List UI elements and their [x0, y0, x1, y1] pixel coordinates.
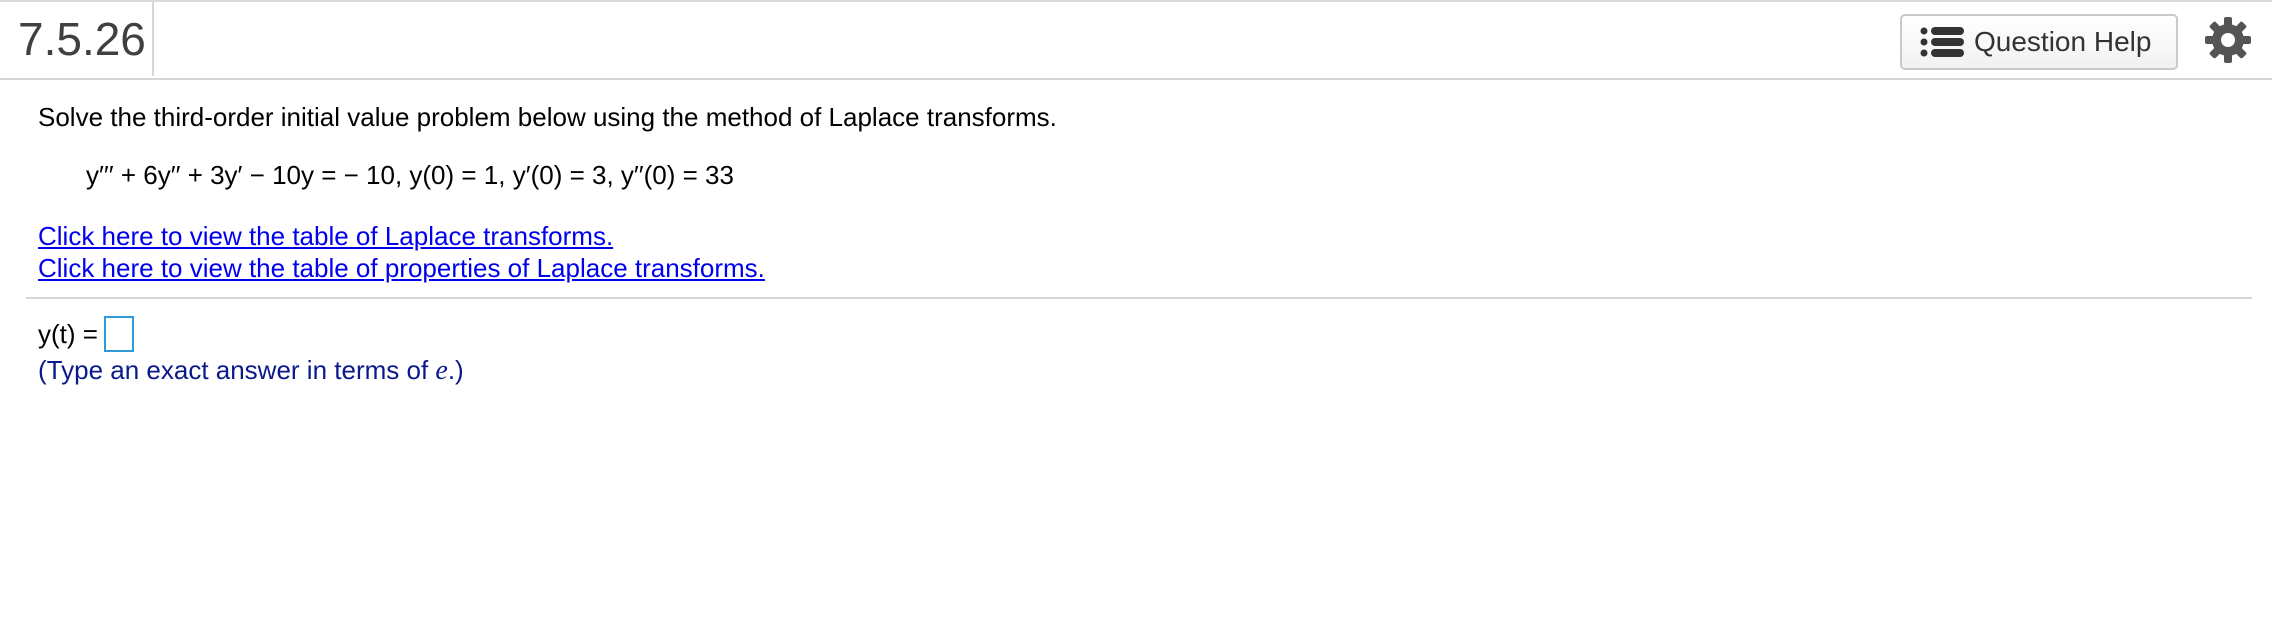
answer-row: y(t) = — [38, 316, 134, 352]
laplace-table-link[interactable]: Click here to view the table of Laplace … — [38, 220, 613, 252]
answer-input[interactable] — [103, 316, 134, 352]
answer-label: y(t) = — [38, 318, 98, 349]
gear-icon[interactable] — [2204, 16, 2252, 64]
hint-variable: e — [435, 355, 448, 386]
question-header: 7.5.26 Question Help — [0, 2, 2272, 80]
hint-prefix: (Type an exact answer in terms of — [38, 355, 436, 385]
question-number: 7.5.26 — [0, 2, 154, 76]
reference-links: Click here to view the table of Laplace … — [38, 220, 2252, 284]
problem-equation: y′′′ + 6y′′ + 3y′ − 10y = − 10, y(0) = 1… — [86, 160, 734, 190]
problem-content: Solve the third-order initial value prob… — [38, 100, 2252, 284]
question-help-label: Question Help — [1974, 26, 2152, 57]
laplace-properties-link[interactable]: Click here to view the table of properti… — [38, 252, 765, 284]
problem-prompt: Solve the third-order initial value prob… — [38, 102, 1057, 132]
hint-suffix: .) — [447, 355, 464, 385]
question-help-button[interactable]: Question Help — [1900, 14, 2178, 70]
section-divider — [26, 297, 2252, 299]
list-icon — [1920, 27, 1964, 57]
answer-hint: (Type an exact answer in terms of e.) — [38, 355, 464, 387]
